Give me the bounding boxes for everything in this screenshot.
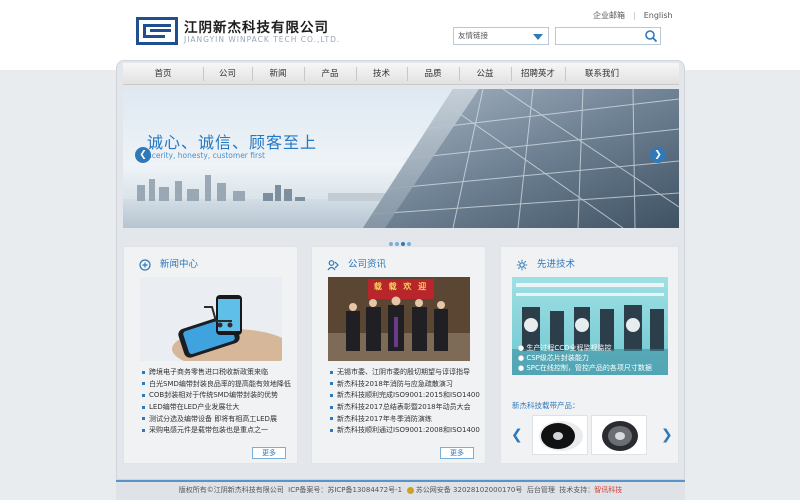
tech-bullet-text: SPC在线控制，管控产品的各项尺寸数据 bbox=[526, 364, 652, 372]
footer-support-link[interactable]: 智讯科技 bbox=[594, 486, 622, 494]
footer-support-label: 技术支持： bbox=[559, 486, 595, 494]
footer: 版权所有©江阴新杰科技有限公司 ICP备案号：苏ICP备13084472号-1 … bbox=[116, 480, 685, 500]
company-title: 公司资讯 bbox=[348, 259, 387, 270]
tech-bullet-text: CSP级芯片封装能力 bbox=[526, 354, 589, 362]
tech-bullet: ● SPC在线控制，管控产品的各项尺寸数据 bbox=[518, 364, 652, 372]
company-image[interactable]: 载 载 欢 迎 bbox=[328, 277, 470, 361]
nav-charity[interactable]: 公益 bbox=[459, 63, 511, 85]
company-panel: 公司资讯 载 载 欢 迎 无锡市委、江阴市委的殷切期望与谆谆指导 新杰科技201… bbox=[311, 246, 486, 464]
nav-products[interactable]: 产品 bbox=[304, 63, 356, 85]
news-image[interactable] bbox=[140, 277, 282, 361]
tech-icon bbox=[516, 259, 528, 270]
top-links-separator: | bbox=[633, 11, 636, 20]
company-more-button[interactable]: 更多 bbox=[440, 447, 474, 459]
top-links: 企业邮箱 | English bbox=[593, 10, 673, 21]
dropdown-arrow-icon bbox=[533, 34, 543, 40]
tech-bullet: ● 生产过程CCD全程监视监控 bbox=[518, 344, 612, 352]
nav-careers[interactable]: 招聘英才 bbox=[511, 63, 565, 85]
list-item[interactable]: 新杰科技2018年消防与应急疏散演习 bbox=[330, 379, 480, 391]
footer-copyright: 版权所有©江阴新杰科技有限公司 bbox=[178, 486, 284, 494]
tech-bullet: ● CSP级芯片封装能力 bbox=[518, 354, 589, 362]
hero-title: 诚心、诚信、顾客至上 bbox=[147, 133, 318, 152]
product-reel-white[interactable] bbox=[532, 415, 588, 455]
nav-contact[interactable]: 联系我们 bbox=[565, 63, 639, 85]
email-link[interactable]: 企业邮箱 bbox=[593, 10, 625, 21]
list-item[interactable]: 无锡市委、江阴市委的殷切期望与谆谆指导 bbox=[330, 367, 480, 379]
company-name-en: JIANGYIN WINPACK TECH CO.,LTD. bbox=[184, 35, 341, 44]
footer-icp[interactable]: ICP备案号：苏ICP备13084472号-1 bbox=[288, 486, 402, 494]
police-badge-icon bbox=[406, 486, 414, 494]
hero-subtitle: ncerity, honesty, customer first bbox=[147, 151, 265, 160]
list-item[interactable]: 新杰科技顺利通过ISO9001:2008和ISO14001:2 bbox=[330, 425, 480, 437]
product-reel-dark[interactable] bbox=[591, 415, 647, 455]
news-title: 新闻中心 bbox=[160, 259, 199, 270]
prev-arrow-icon[interactable]: ❮ bbox=[135, 147, 151, 163]
list-item[interactable]: 新杰科技2017年冬季消防演练 bbox=[330, 414, 480, 426]
footer-admin-link[interactable]: 后台管理 bbox=[527, 486, 555, 494]
main-nav: 首页 公司 新闻 产品 技术 品质 公益 招聘英才 联系我们 bbox=[123, 63, 679, 85]
hero-banner: 诚心、诚信、顾客至上 ncerity, honesty, customer fi… bbox=[123, 89, 679, 228]
list-item[interactable]: COB封装相对于传统SMD编带封装的优势 bbox=[142, 390, 292, 402]
company-logo-icon[interactable] bbox=[136, 17, 178, 45]
company-icon bbox=[327, 259, 339, 270]
nav-technology[interactable]: 技术 bbox=[356, 63, 407, 85]
news-panel: 新闻中心 跨境电子商务零售进口税收新政策来临 白光SMD编带封装良品率的提高能有… bbox=[123, 246, 298, 464]
footer-police[interactable]: 苏公网安备 32028102000170号 bbox=[416, 486, 523, 494]
search-input[interactable] bbox=[555, 27, 661, 45]
english-link[interactable]: English bbox=[644, 11, 673, 20]
list-item[interactable]: 白光SMD编带封装良品率的提高能有效地降低 bbox=[142, 379, 292, 391]
list-item[interactable]: LED编带在LED产业发展壮大 bbox=[142, 402, 292, 414]
tech-bullet-text: 生产过程CCD全程监视监控 bbox=[526, 344, 612, 352]
list-item[interactable]: 新杰科技2017总结表彰暨2018年动员大会 bbox=[330, 402, 480, 414]
products-next-arrow-icon[interactable]: ❯ bbox=[661, 427, 673, 443]
tech-title: 先进技术 bbox=[537, 259, 576, 270]
company-name-cn: 江阴新杰科技有限公司 bbox=[184, 20, 329, 36]
tech-heading[interactable]: 先进技术 bbox=[516, 256, 575, 271]
company-heading[interactable]: 公司资讯 bbox=[327, 256, 386, 271]
news-heading[interactable]: 新闻中心 bbox=[139, 256, 198, 271]
search-icon[interactable] bbox=[644, 29, 658, 43]
list-item[interactable]: 跨境电子商务零售进口税收新政策来临 bbox=[142, 367, 292, 379]
welcome-banner-text: 载 载 欢 迎 bbox=[373, 282, 429, 291]
news-more-button[interactable]: 更多 bbox=[252, 447, 286, 459]
tech-bullets: ● 生产过程CCD全程监视监控 ● CSP级芯片封装能力 ● SPC在线控制，管… bbox=[518, 343, 652, 373]
news-list: 跨境电子商务零售进口税收新政策来临 白光SMD编带封装良品率的提高能有效地降低 … bbox=[142, 367, 292, 437]
nav-news[interactable]: 新闻 bbox=[252, 63, 304, 85]
products-title: 新杰科技载带产品： bbox=[512, 401, 580, 410]
friendly-links-select[interactable]: 友情链接 bbox=[453, 27, 549, 45]
tech-panel: 先进技术 ● 生产过程CCD全程监视监控 ● CSP级芯片封装能力 ● SPC在… bbox=[500, 246, 679, 464]
next-arrow-icon[interactable]: ❯ bbox=[650, 147, 666, 163]
nav-home[interactable]: 首页 bbox=[123, 63, 203, 85]
products-prev-arrow-icon[interactable]: ❮ bbox=[511, 427, 523, 443]
list-item[interactable]: 采购电感元件是载带包装也是重点之一 bbox=[142, 425, 292, 437]
news-icon bbox=[139, 258, 151, 271]
list-item[interactable]: 测试分选及编带设备 即将有相高工LED展 bbox=[142, 414, 292, 426]
friendly-links-label: 友情链接 bbox=[458, 31, 488, 40]
nav-quality[interactable]: 品质 bbox=[407, 63, 459, 85]
nav-company[interactable]: 公司 bbox=[203, 63, 252, 85]
list-item[interactable]: 新杰科技顺利完成ISO9001:2015和ISO14001:2 bbox=[330, 390, 480, 402]
company-list: 无锡市委、江阴市委的殷切期望与谆谆指导 新杰科技2018年消防与应急疏散演习 新… bbox=[330, 367, 480, 437]
tech-image[interactable]: ● 生产过程CCD全程监视监控 ● CSP级芯片封装能力 ● SPC在线控制，管… bbox=[512, 277, 668, 375]
